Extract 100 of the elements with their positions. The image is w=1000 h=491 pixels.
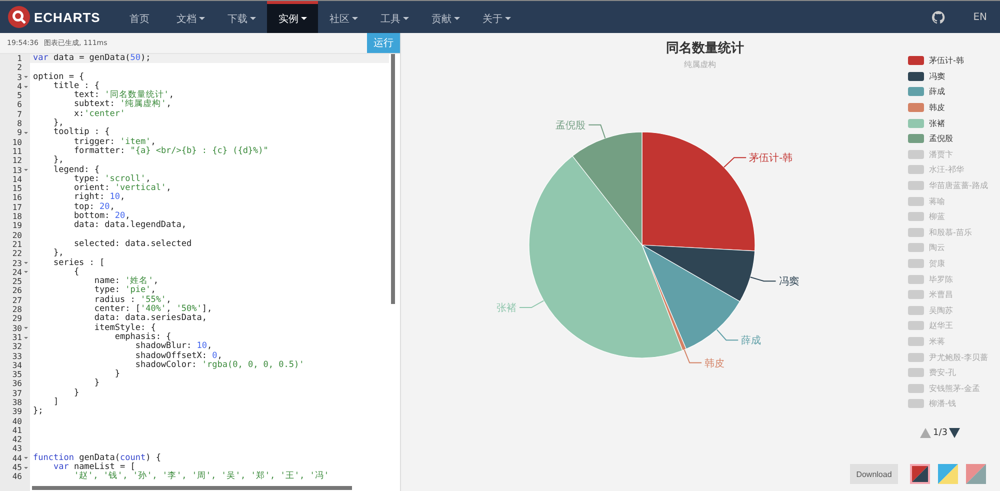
legend-swatch[interactable] bbox=[908, 103, 924, 112]
nav-item[interactable]: 工具 bbox=[369, 1, 420, 33]
legend-swatch[interactable] bbox=[908, 150, 924, 159]
nav-item[interactable]: 贡献 bbox=[420, 1, 471, 33]
legend-label[interactable]: 薛成 bbox=[929, 86, 945, 98]
legend-label[interactable]: 柳蓝 bbox=[929, 211, 945, 222]
legend-label[interactable]: 华苗唐蓝蔷-路成 bbox=[929, 180, 988, 192]
github-icon[interactable] bbox=[932, 10, 946, 24]
legend-swatch[interactable] bbox=[908, 228, 924, 237]
legend-label[interactable]: 茅伍计-韩 bbox=[929, 55, 964, 66]
page-indicator: 1/3 bbox=[933, 428, 948, 438]
legend-swatch[interactable] bbox=[908, 118, 924, 128]
code-line: var nameList = [ bbox=[52, 463, 136, 472]
legend-swatch[interactable] bbox=[908, 352, 924, 362]
legend-label[interactable]: 贺康 bbox=[929, 258, 945, 270]
code-line: radius : '55%', bbox=[93, 296, 172, 305]
nav-item[interactable]: 文档 bbox=[165, 1, 216, 33]
run-button[interactable]: 运行 bbox=[367, 33, 400, 53]
line-number: 33 bbox=[11, 352, 22, 361]
legend-swatch[interactable] bbox=[908, 72, 924, 81]
legend-swatch[interactable] bbox=[908, 56, 924, 66]
legend-label[interactable]: 韩皮 bbox=[929, 102, 945, 114]
legend-label[interactable]: 蒋喻 bbox=[929, 196, 945, 207]
code-line: x:'center' bbox=[72, 110, 126, 120]
pie-slice[interactable] bbox=[642, 244, 740, 350]
legend-label[interactable]: 张褚 bbox=[929, 118, 945, 129]
page-down-icon[interactable] bbox=[949, 428, 960, 438]
code-line: subtext: '纯属虚构', bbox=[72, 100, 172, 110]
line-number: 24 bbox=[11, 268, 22, 278]
line-number: 4 bbox=[16, 82, 22, 92]
line-number: 23 bbox=[11, 258, 22, 268]
legend-swatch[interactable] bbox=[908, 368, 924, 378]
nav-item[interactable]: 首页 bbox=[114, 1, 165, 33]
legend-swatch[interactable] bbox=[908, 196, 924, 206]
legend-swatch[interactable] bbox=[908, 181, 924, 190]
line-number: 44 bbox=[11, 454, 22, 464]
code-line: } bbox=[72, 388, 80, 398]
leader-line bbox=[684, 349, 702, 364]
legend-swatch[interactable] bbox=[908, 399, 924, 408]
legend-swatch[interactable] bbox=[908, 336, 924, 346]
legend-label[interactable]: 尹尤鲍殷-李贝蔷 bbox=[929, 352, 988, 363]
legend-label[interactable]: 潘贾卞 bbox=[929, 148, 953, 160]
slice-label: 茅伍计-韩 bbox=[749, 153, 793, 164]
legend-swatch[interactable] bbox=[908, 306, 924, 315]
legend-label[interactable]: 毕罗陈 bbox=[929, 274, 953, 285]
legend-swatch[interactable] bbox=[908, 212, 924, 222]
legend-label[interactable]: 赵华王 bbox=[929, 320, 953, 332]
nav-item[interactable]: 关于 bbox=[471, 1, 522, 33]
legend-label[interactable]: 米曹昌 bbox=[929, 289, 953, 300]
legend-label[interactable]: 吴陶苏 bbox=[929, 304, 953, 316]
legend-label[interactable]: 柳潘-钱 bbox=[929, 398, 956, 410]
code-line: }; bbox=[32, 407, 44, 417]
code-line: orient: 'vertical', bbox=[72, 184, 172, 194]
legend-label[interactable]: 孟倪殷 bbox=[929, 133, 953, 144]
fold-arrow-icon[interactable] bbox=[24, 132, 28, 134]
theme-swatch[interactable] bbox=[938, 464, 958, 484]
fold-arrow-icon[interactable] bbox=[24, 466, 28, 469]
theme-swatch[interactable] bbox=[966, 464, 986, 484]
horizontal-scrollbar[interactable] bbox=[32, 486, 352, 490]
fold-arrow-icon[interactable] bbox=[24, 262, 28, 264]
legend-swatch[interactable] bbox=[908, 321, 924, 330]
pie-slice[interactable] bbox=[642, 244, 756, 302]
page-up-icon[interactable] bbox=[920, 428, 931, 438]
fold-arrow-icon[interactable] bbox=[24, 169, 28, 172]
download-button[interactable]: Download bbox=[850, 464, 898, 484]
legend-label[interactable]: 水汪-祁华 bbox=[929, 164, 964, 176]
fold-arrow-icon[interactable] bbox=[24, 86, 28, 88]
theme-swatch[interactable] bbox=[910, 464, 930, 484]
fold-arrow-icon[interactable] bbox=[24, 327, 28, 330]
legend-swatch[interactable] bbox=[908, 274, 924, 284]
legend-swatch[interactable] bbox=[908, 290, 924, 300]
fold-arrow-icon[interactable] bbox=[24, 271, 28, 274]
legend-swatch[interactable] bbox=[908, 165, 924, 174]
code-line: tooltip : { bbox=[52, 128, 110, 138]
brand-name[interactable]: ECHARTS bbox=[34, 10, 100, 24]
legend-label[interactable]: 费安-孔 bbox=[929, 367, 956, 378]
fold-arrow-icon[interactable] bbox=[24, 336, 28, 339]
legend-label[interactable]: 米蒋 bbox=[929, 336, 945, 347]
slice-label: 孟倪殷 bbox=[556, 120, 586, 132]
code-line: } bbox=[93, 379, 100, 389]
legend-label[interactable]: 和殷慕-苗乐 bbox=[929, 226, 972, 238]
line-number: 5 bbox=[16, 91, 22, 100]
code-line: shadowColor: 'rgba(0, 0, 0, 0.5)' bbox=[134, 360, 304, 370]
legend-swatch[interactable] bbox=[908, 134, 924, 144]
language-link[interactable]: EN bbox=[973, 12, 987, 22]
line-number: 27 bbox=[11, 296, 22, 306]
fold-arrow-icon[interactable] bbox=[24, 457, 28, 460]
legend-swatch[interactable] bbox=[908, 243, 924, 252]
legend-swatch[interactable] bbox=[908, 259, 924, 268]
fold-arrow-icon[interactable] bbox=[24, 76, 28, 78]
legend-label[interactable]: 安钱熊茅-金孟 bbox=[929, 382, 980, 394]
pie-slice[interactable] bbox=[528, 156, 683, 358]
nav-item[interactable]: 下载 bbox=[216, 1, 267, 33]
legend-swatch[interactable] bbox=[908, 384, 924, 393]
nav-item[interactable]: 社区 bbox=[318, 1, 369, 33]
legend-label[interactable]: 陶云 bbox=[929, 242, 945, 254]
vertical-scrollbar[interactable] bbox=[391, 54, 395, 304]
legend-label[interactable]: 冯窦 bbox=[929, 70, 945, 82]
legend-swatch[interactable] bbox=[908, 87, 924, 96]
nav-item[interactable]: 实例 bbox=[267, 1, 318, 33]
